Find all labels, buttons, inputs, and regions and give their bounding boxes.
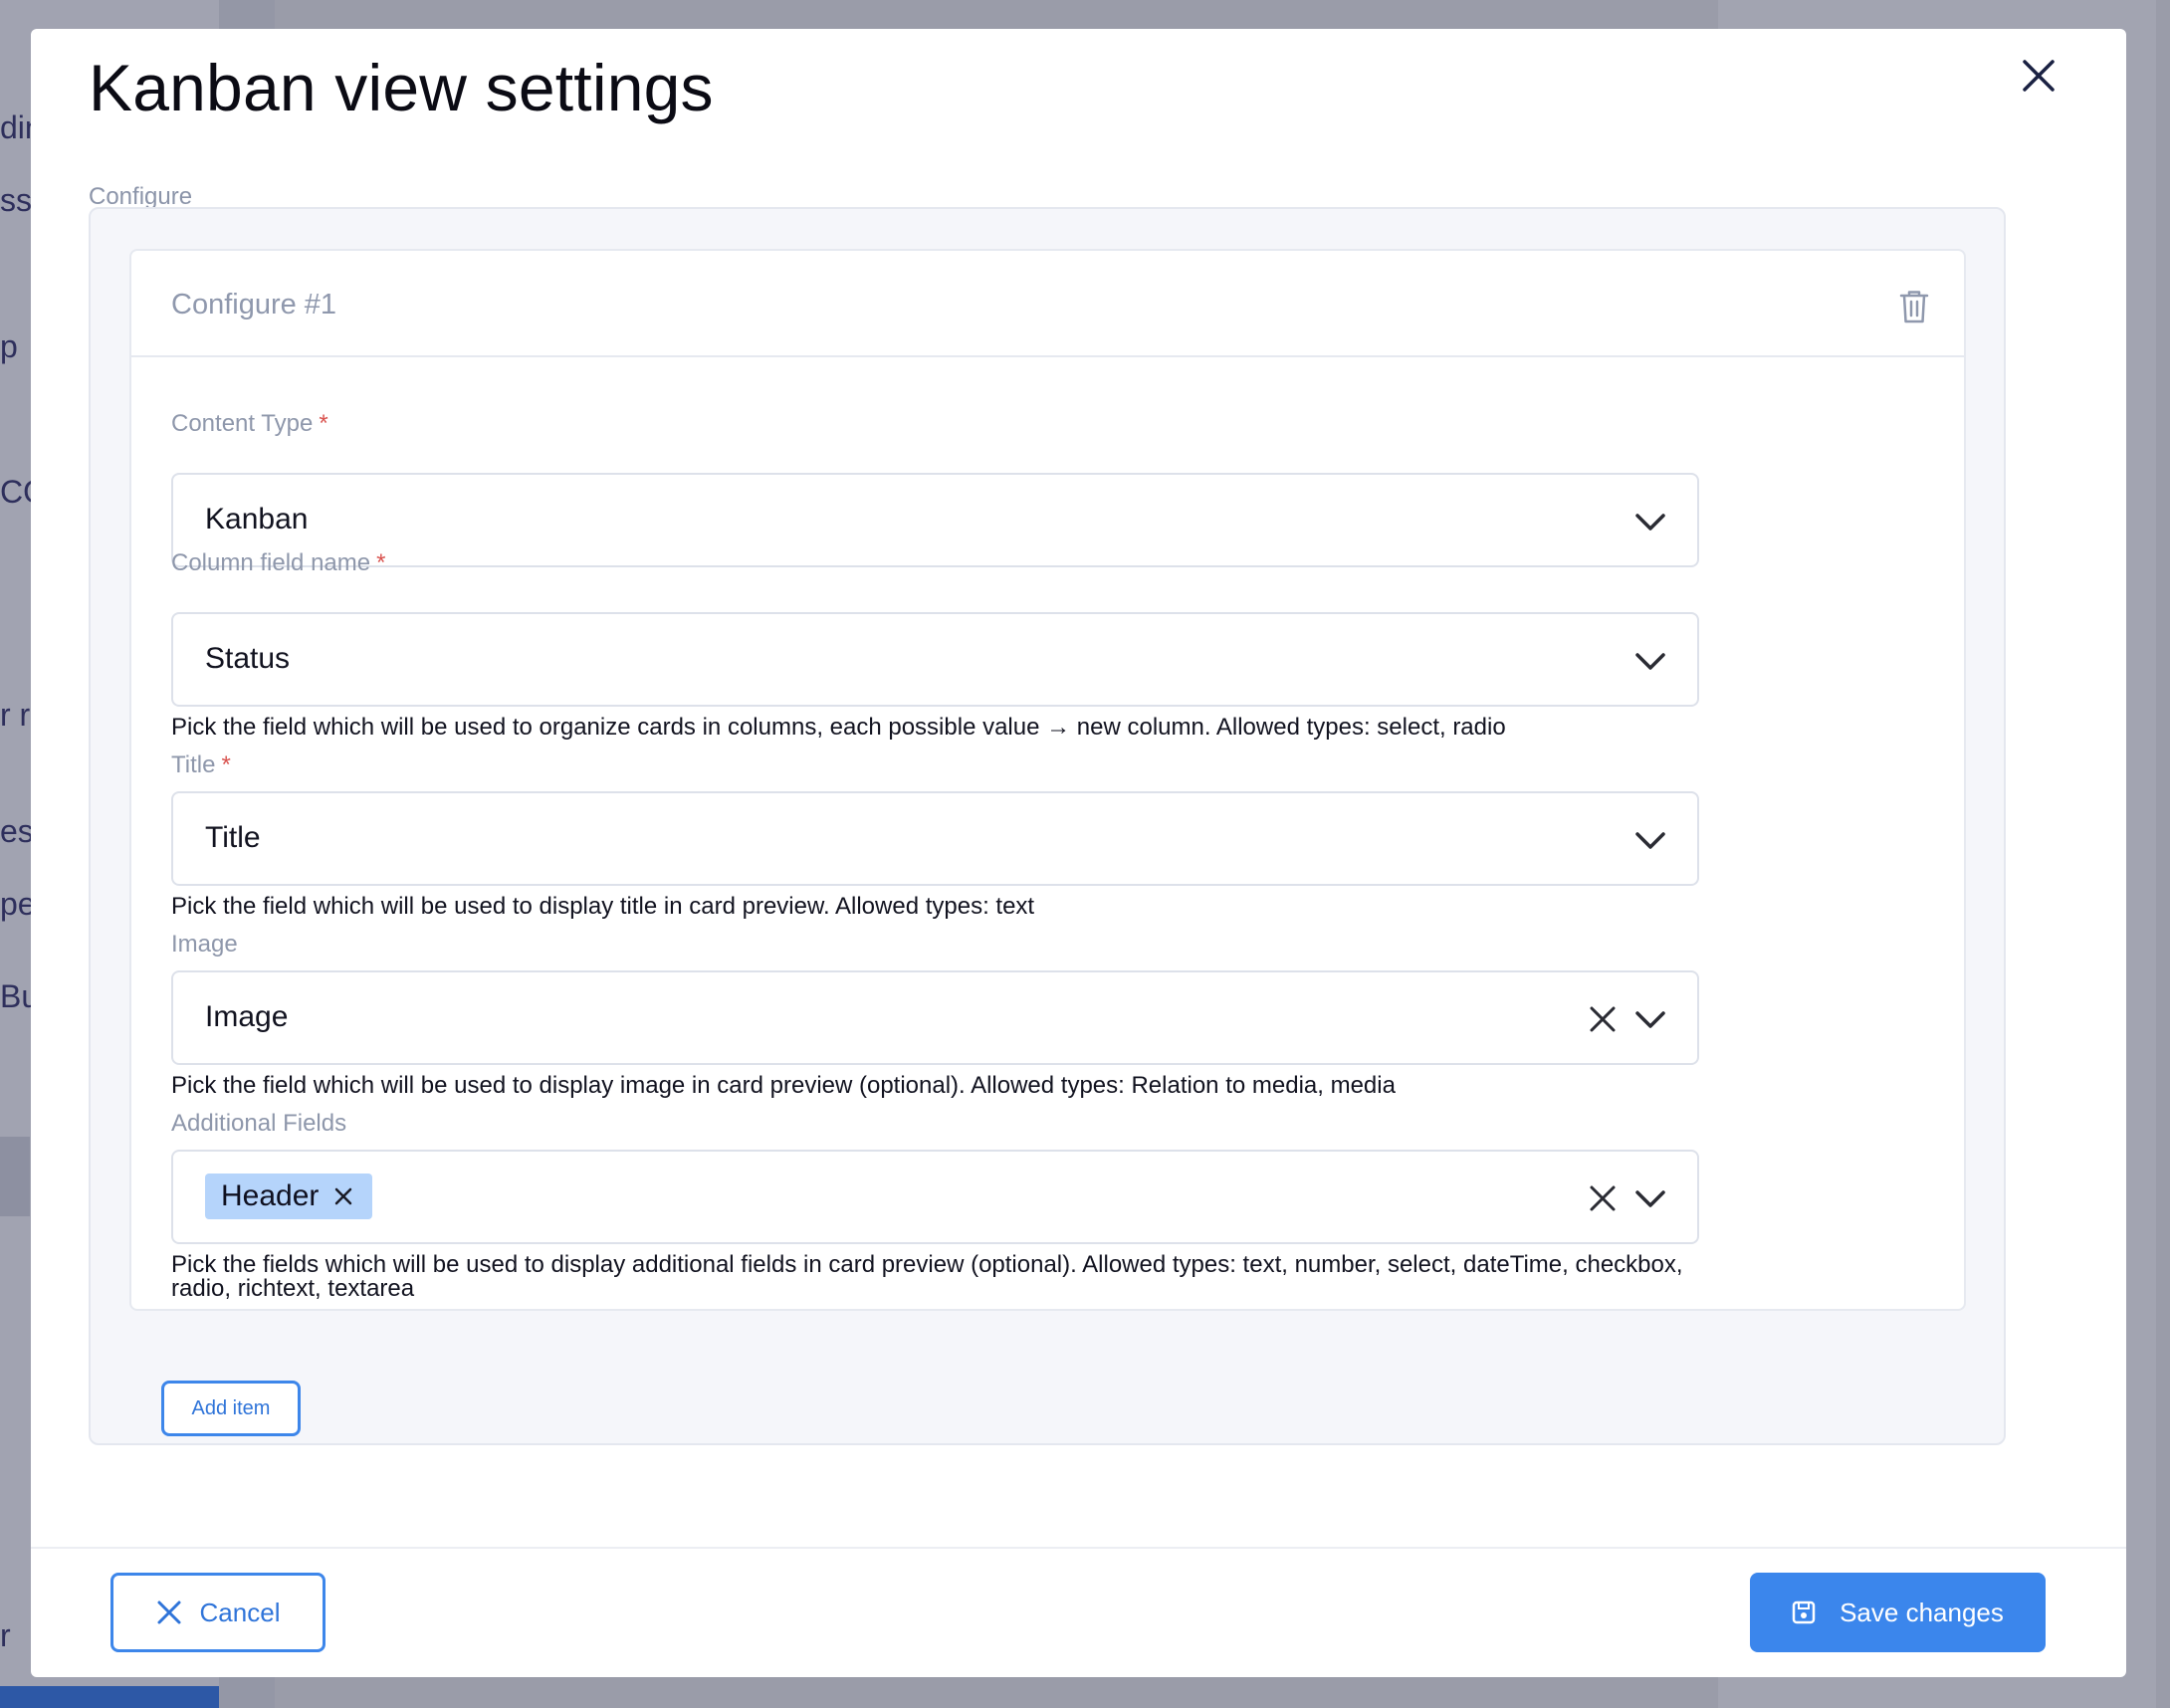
- remove-chip-button[interactable]: [332, 1185, 354, 1207]
- selected-chip: Header: [205, 1174, 373, 1219]
- close-icon: [335, 1187, 352, 1205]
- image-field-hint: Pick the field which will be used to dis…: [171, 1072, 1396, 1099]
- additional-fields-label: Additional Fields: [171, 1110, 346, 1138]
- required-mark: *: [319, 410, 328, 437]
- background-text: r: [0, 1617, 11, 1653]
- footer-divider: [31, 1547, 2126, 1549]
- save-label: Save changes: [1840, 1597, 2004, 1627]
- title-field-hint: Pick the field which will be used to dis…: [171, 893, 1035, 920]
- close-icon: [2023, 60, 2055, 92]
- image-field-select[interactable]: Image: [171, 970, 1699, 1065]
- card-title: Configure #1: [171, 289, 337, 320]
- label-text: Title: [171, 751, 216, 778]
- chevron-down-icon: [1635, 653, 1665, 670]
- label-text: Additional Fields: [171, 1110, 347, 1137]
- card-header: Configure #1: [131, 251, 1964, 357]
- chevron-down-icon: [1635, 1011, 1665, 1028]
- add-item-button[interactable]: Add item: [161, 1381, 301, 1436]
- select-value: Title: [205, 821, 261, 854]
- content-type-label: Content Type *: [171, 410, 328, 438]
- trash-icon: [1899, 291, 1929, 323]
- save-icon: [1792, 1601, 1816, 1624]
- select-value: Status: [205, 642, 291, 675]
- background-bar: [0, 1686, 219, 1708]
- configure-card: Configure #1 Content Type * Kanban Column…: [129, 249, 1966, 1311]
- label-text: Image: [171, 931, 238, 958]
- select-value: Kanban: [205, 503, 309, 535]
- column-field-label: Column field name *: [171, 549, 385, 577]
- label-text: Content Type: [171, 410, 314, 437]
- content-type-select[interactable]: Kanban: [171, 473, 1699, 567]
- save-changes-button[interactable]: Save changes: [1750, 1573, 2046, 1652]
- cancel-label: Cancel: [199, 1597, 281, 1627]
- title-field-select[interactable]: Title: [171, 791, 1699, 886]
- close-icon: [157, 1601, 181, 1624]
- required-mark: *: [376, 549, 386, 576]
- image-field-label: Image: [171, 931, 238, 959]
- additional-fields-select[interactable]: Header: [171, 1150, 1699, 1244]
- close-button[interactable]: [2007, 44, 2070, 107]
- label-text: Column field name: [171, 549, 371, 576]
- clear-icon[interactable]: [1586, 1002, 1620, 1036]
- delete-item-button[interactable]: [1894, 287, 1934, 326]
- chevron-down-icon: [1635, 1190, 1665, 1207]
- modal-title: Kanban view settings: [89, 51, 714, 124]
- chevron-down-icon: [1635, 514, 1665, 531]
- chip-label: Header: [221, 1179, 320, 1212]
- required-mark: *: [221, 751, 231, 778]
- column-field-select[interactable]: Status: [171, 612, 1699, 707]
- background-text: p: [0, 328, 18, 364]
- column-field-hint: Pick the field which will be used to org…: [171, 714, 1506, 741]
- additional-fields-hint: Pick the fields which will be used to di…: [171, 1251, 1683, 1302]
- background-row: [0, 1137, 30, 1216]
- chevron-down-icon: [1635, 832, 1665, 849]
- select-value: Image: [205, 1000, 289, 1033]
- cancel-button[interactable]: Cancel: [110, 1573, 326, 1652]
- title-field-label: Title *: [171, 751, 231, 779]
- clear-icon[interactable]: [1586, 1181, 1620, 1215]
